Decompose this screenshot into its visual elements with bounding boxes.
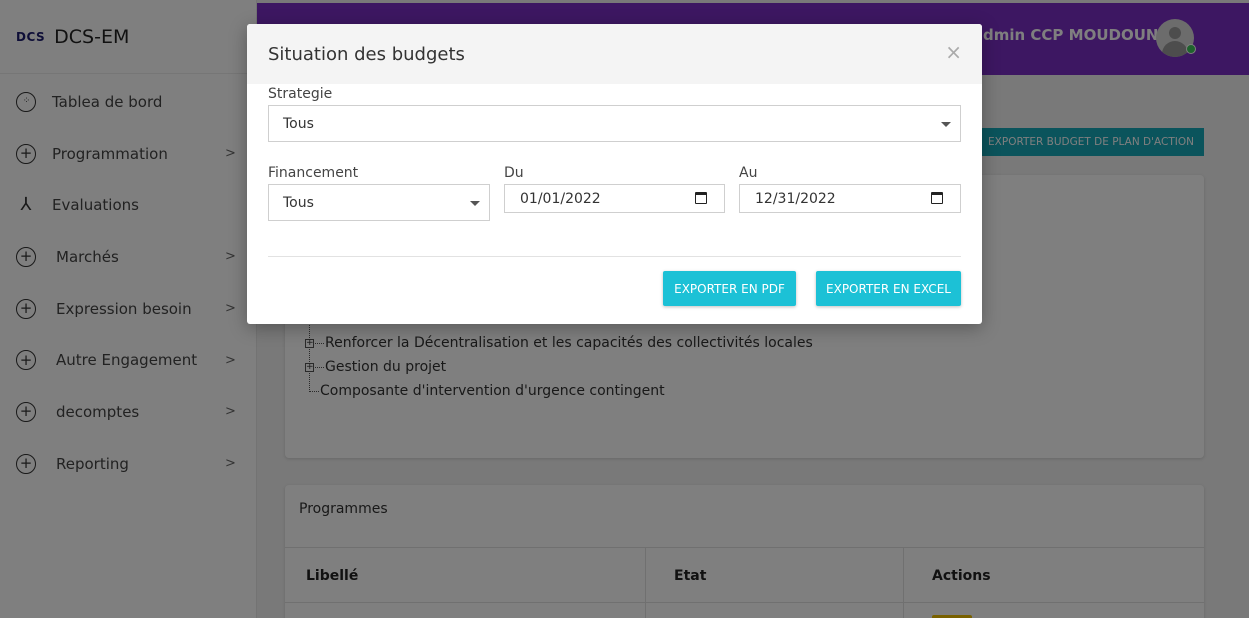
- financement-value: Tous: [283, 194, 314, 211]
- chevron-down-icon: [470, 200, 480, 206]
- strategie-value: Tous: [283, 115, 314, 132]
- au-label: Au: [739, 165, 758, 181]
- du-date-input[interactable]: 01/01/2022: [504, 184, 725, 213]
- close-icon[interactable]: ×: [945, 42, 962, 62]
- chevron-down-icon: [941, 121, 951, 127]
- du-label: Du: [504, 165, 524, 181]
- modal-divider: [268, 256, 961, 257]
- financement-label: Financement: [268, 165, 359, 181]
- financement-select[interactable]: Tous: [268, 184, 490, 221]
- au-date-input[interactable]: 12/31/2022: [739, 184, 961, 213]
- strategie-select[interactable]: Tous: [268, 105, 961, 142]
- export-pdf-button[interactable]: EXPORTER EN PDF: [663, 271, 796, 306]
- strategie-label: Strategie: [268, 86, 333, 102]
- calendar-icon[interactable]: [695, 192, 707, 204]
- calendar-icon[interactable]: [931, 192, 943, 204]
- modal-header: Situation des budgets ×: [247, 24, 982, 84]
- modal-title: Situation des budgets: [268, 44, 465, 65]
- au-date-value: 12/31/2022: [755, 190, 836, 207]
- budget-modal: Situation des budgets × Strategie Tous F…: [247, 24, 982, 324]
- export-excel-button[interactable]: EXPORTER EN EXCEL: [816, 271, 961, 306]
- du-date-value: 01/01/2022: [520, 190, 601, 207]
